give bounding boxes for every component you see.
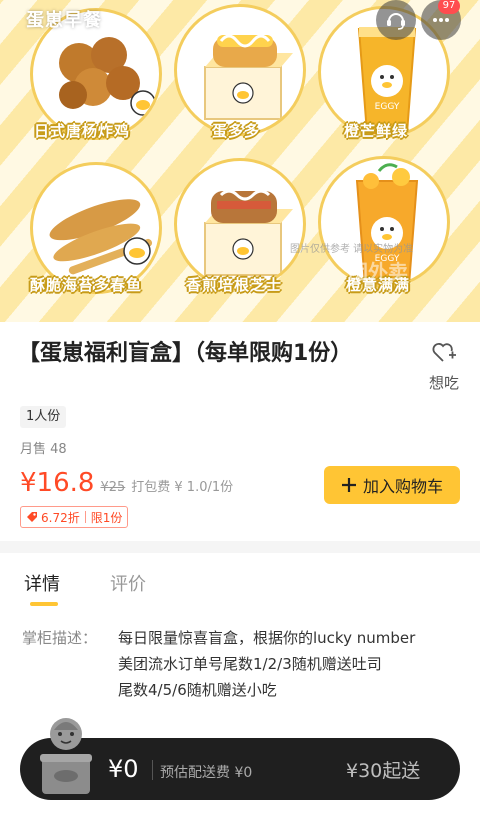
description-line: 每日限量惊喜盲盒，根据你的lucky number — [118, 629, 416, 647]
product-image-bacon-cheese — [174, 158, 306, 290]
product-name-label: 日式唐杨炸鸡 — [34, 122, 131, 140]
original-price: ¥25 — [100, 480, 126, 495]
cart-bar-divider — [152, 760, 153, 780]
svg-text:EGGY: EGGY — [375, 102, 400, 112]
portion-tag: 1人份 — [20, 406, 67, 428]
watermark-text: 图片仅供参考 请以实物为准 — [290, 244, 414, 255]
plus-icon — [341, 478, 356, 492]
description-line: 尾数4/5/6随机赠送小吃 — [118, 681, 277, 699]
minimum-order-button[interactable]: ¥30起送 — [346, 756, 420, 783]
delivery-fee: 预估配送费 ¥0 — [160, 765, 253, 781]
bacon-sandwich-icon — [204, 189, 293, 276]
tab-details[interactable]: 详情 — [24, 570, 60, 596]
cart-mascot-icon[interactable] — [34, 712, 98, 802]
purchase-limit: 限1份 — [90, 510, 123, 525]
egg-sandwich-icon — [204, 34, 293, 120]
section-divider — [0, 541, 480, 553]
product-title: 【蛋崽福利盲盒】（每单限购1份） — [18, 341, 353, 366]
packing-fee: 打包费 ¥ 1.0/1份 — [131, 480, 234, 495]
current-price: ¥16.8 — [20, 468, 95, 498]
product-image-banner: EGGY EGGY 日式唐杨炸鸡 蛋多多 橙芒鲜绿 酥脆海苔多春鱼 香煎培根芝士… — [0, 0, 480, 322]
customer-service-button[interactable] — [376, 0, 416, 40]
notification-badge: 97 — [438, 0, 460, 14]
add-to-cart-label: 加入购物车 — [362, 477, 443, 496]
tab-reviews[interactable]: 评价 — [110, 570, 146, 596]
discount-tag: 6.72折 限1份 — [20, 506, 129, 528]
product-image-egg-sandwich — [174, 4, 306, 136]
heart-plus-icon — [432, 343, 456, 362]
favorite-button[interactable]: 想吃 — [420, 340, 468, 393]
watermark-logo: 团外卖 — [348, 260, 408, 284]
price-tag-icon — [27, 512, 37, 522]
description-line: 美团流水订单号尾数1/2/3随机赠送吐司 — [118, 655, 382, 673]
active-tab-indicator — [30, 602, 58, 606]
price-row: ¥16.8 ¥25 打包费 ¥ 1.0/1份 — [20, 468, 233, 498]
tag-divider — [84, 511, 86, 523]
description-label: 掌柜描述： — [22, 629, 98, 647]
product-name-label: 橙芒鲜绿 — [344, 122, 409, 140]
description-text: 每日限量惊喜盲盒，根据你的lucky number 美团流水订单号尾数1/2/3… — [118, 625, 468, 703]
product-name-label: 香煎培根芝士 — [186, 276, 283, 294]
product-name-label: 酥脆海苔多春鱼 — [30, 276, 143, 294]
favorite-label: 想吃 — [428, 374, 459, 392]
monthly-sales: 月售 48 — [20, 442, 67, 457]
product-name-label: 蛋多多 — [212, 122, 261, 140]
discount-rate: 6.72折 — [41, 510, 80, 525]
customer-service-icon — [387, 13, 405, 30]
add-to-cart-button[interactable]: 加入购物车 — [324, 466, 460, 504]
cart-total: ¥0 — [108, 755, 139, 783]
shop-name[interactable]: 蛋崽早餐 — [26, 6, 102, 32]
